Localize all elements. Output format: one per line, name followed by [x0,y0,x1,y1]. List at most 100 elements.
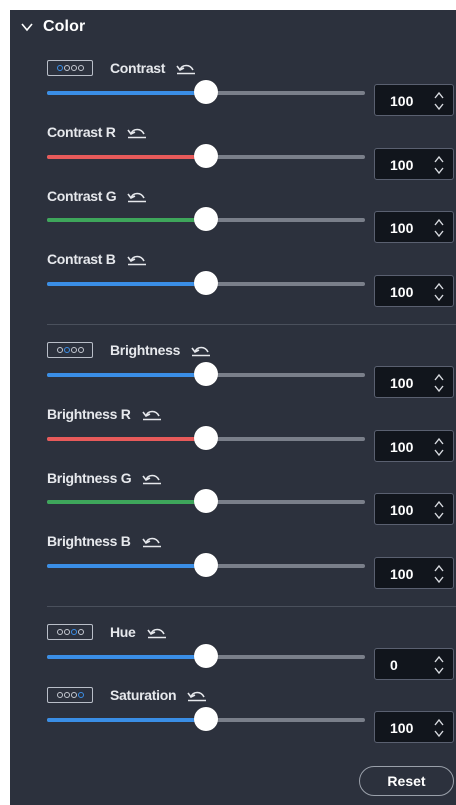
brightness-b-value-spinner[interactable]: 100 [374,557,454,589]
undo-icon[interactable] [186,688,208,702]
spinner-arrows-icon[interactable] [434,718,444,738]
chip-dot [77,692,84,698]
slider-thumb[interactable] [194,644,218,668]
undo-icon[interactable] [126,189,148,203]
contrast-g-label: Contrast G [47,188,117,204]
contrast-b-value-spinner[interactable]: 100 [374,275,454,307]
hue-slider[interactable] [47,644,365,668]
slider-fill [47,155,206,159]
undo-icon[interactable] [175,61,197,75]
chip-dot [63,347,70,353]
contrast-b-label: Contrast B [47,251,116,267]
brightness-g-value[interactable]: 100 [390,502,413,518]
slider-fill [47,218,206,222]
brightness-r-label-row: Brightness R [47,404,163,424]
chip-dot [56,65,63,71]
brightness-r-value-spinner[interactable]: 100 [374,430,454,462]
saturation-value[interactable]: 100 [390,720,413,736]
slider-fill [47,373,206,377]
brightness-r-value[interactable]: 100 [390,439,413,455]
brightness-g-label-row: Brightness G [47,468,163,488]
slider-thumb[interactable] [194,144,218,168]
spinner-arrows-icon[interactable] [434,218,444,238]
reset-button[interactable]: Reset [359,766,454,796]
brightness-b-value[interactable]: 100 [390,566,413,582]
saturation-value-spinner[interactable]: 100 [374,711,454,743]
contrast-value[interactable]: 100 [390,93,413,109]
contrast-slider[interactable] [47,80,365,104]
slider-thumb[interactable] [194,207,218,231]
spinner-arrows-icon[interactable] [434,155,444,175]
chip-dot [70,347,77,353]
color-channel-chip-icon[interactable] [47,60,93,76]
contrast-g-value-spinner[interactable]: 100 [374,211,454,243]
chip-dot [56,692,63,698]
slider-fill [47,718,206,722]
chip-dot [77,65,84,71]
spinner-arrows-icon[interactable] [434,655,444,675]
brightness-slider[interactable] [47,362,365,386]
contrast-r-slider[interactable] [47,144,365,168]
slider-thumb[interactable] [194,707,218,731]
slider-fill [47,564,206,568]
contrast-g-label-row: Contrast G [47,186,148,206]
slider-thumb[interactable] [194,489,218,513]
saturation-label-row: Saturation [47,685,208,705]
undo-icon[interactable] [141,471,163,485]
slider-fill [47,500,206,504]
brightness-g-label: Brightness G [47,470,132,486]
contrast-b-value[interactable]: 100 [390,284,413,300]
chip-dot [63,692,70,698]
brightness-value-spinner[interactable]: 100 [374,366,454,398]
brightness-b-slider[interactable] [47,553,365,577]
chevron-down-icon[interactable] [20,21,34,33]
brightness-label: Brightness [110,342,181,358]
spinner-arrows-icon[interactable] [434,437,444,457]
color-channel-chip-icon[interactable] [47,342,93,358]
hue-value-spinner[interactable]: 0 [374,648,454,680]
chip-dot [63,629,70,635]
contrast-g-value[interactable]: 100 [390,220,413,236]
brightness-g-value-spinner[interactable]: 100 [374,493,454,525]
spinner-arrows-icon[interactable] [434,500,444,520]
section-header[interactable]: Color [10,10,456,44]
brightness-b-label: Brightness B [47,533,131,549]
undo-icon[interactable] [190,343,212,357]
contrast-value-spinner[interactable]: 100 [374,84,454,116]
contrast-g-slider[interactable] [47,207,365,231]
slider-fill [47,437,206,441]
divider [47,606,456,607]
color-panel: Color Contrast 100 Contrast R 100 Contrast G… [10,10,456,805]
chip-dot [77,347,84,353]
hue-value[interactable]: 0 [390,657,398,673]
undo-icon[interactable] [146,625,168,639]
chip-dot [77,629,84,635]
contrast-r-label: Contrast R [47,124,116,140]
slider-thumb[interactable] [194,426,218,450]
undo-icon[interactable] [141,534,163,548]
hue-label-row: Hue [47,622,168,642]
contrast-r-value-spinner[interactable]: 100 [374,148,454,180]
undo-icon[interactable] [141,407,163,421]
slider-fill [47,655,206,659]
spinner-arrows-icon[interactable] [434,282,444,302]
slider-thumb[interactable] [194,80,218,104]
slider-thumb[interactable] [194,362,218,386]
brightness-r-slider[interactable] [47,426,365,450]
color-channel-chip-icon[interactable] [47,624,93,640]
saturation-slider[interactable] [47,707,365,731]
spinner-arrows-icon[interactable] [434,564,444,584]
chip-dot [56,347,63,353]
contrast-b-slider[interactable] [47,271,365,295]
slider-thumb[interactable] [194,271,218,295]
undo-icon[interactable] [126,125,148,139]
section-title: Color [43,18,86,35]
contrast-r-value[interactable]: 100 [390,157,413,173]
spinner-arrows-icon[interactable] [434,91,444,111]
color-channel-chip-icon[interactable] [47,687,93,703]
undo-icon[interactable] [126,252,148,266]
spinner-arrows-icon[interactable] [434,373,444,393]
brightness-g-slider[interactable] [47,489,365,513]
slider-thumb[interactable] [194,553,218,577]
brightness-value[interactable]: 100 [390,375,413,391]
